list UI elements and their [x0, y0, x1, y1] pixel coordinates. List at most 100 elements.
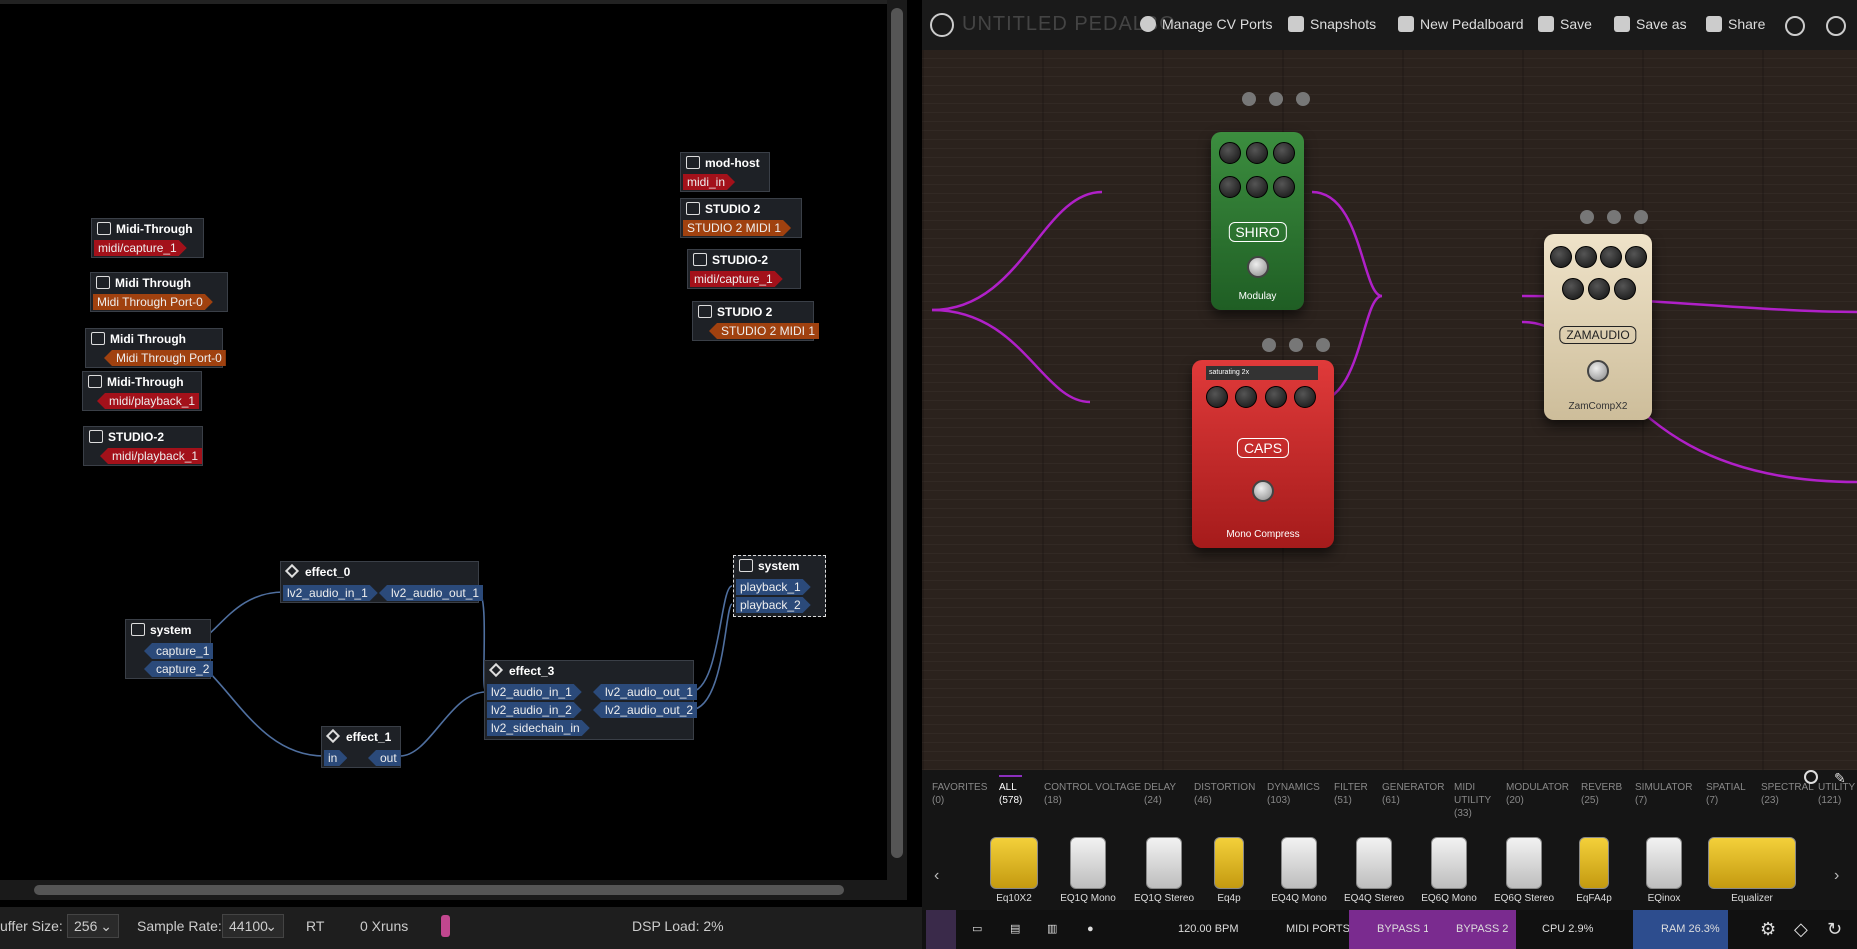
port-in[interactable]: in: [324, 750, 347, 766]
node-studio-2[interactable]: STUDIO 2 STUDIO 2 MIDI 1: [680, 198, 802, 238]
knob[interactable]: [1294, 386, 1316, 408]
port-midi-in[interactable]: midi_in: [683, 174, 735, 190]
port-midi-playback[interactable]: midi/playback_1: [97, 393, 200, 409]
buffer-size-select[interactable]: 256 ⌄: [67, 914, 119, 938]
trash-icon[interactable]: [1316, 338, 1330, 352]
plugin-item[interactable]: EQ6Q Stereo: [1489, 837, 1559, 904]
pedalboard-canvas[interactable]: SHIRO Modulay saturating 2x CAPS Mono Co…: [922, 50, 1857, 770]
plugin-item[interactable]: EQinox: [1634, 837, 1694, 904]
footswitch[interactable]: [1252, 480, 1274, 502]
knob[interactable]: [1588, 278, 1610, 300]
port-playback-2[interactable]: playback_2: [736, 597, 811, 613]
port-midi-through[interactable]: Midi Through Port-0: [93, 294, 213, 310]
tab-simulator[interactable]: SIMULATOR (7): [1635, 781, 1692, 807]
tab-control-voltage[interactable]: CONTROL VOLTAGE (18): [1044, 781, 1141, 807]
knob[interactable]: [1246, 142, 1268, 164]
pedal-zamcompx2[interactable]: ZAMAUDIO ZamCompX2: [1544, 234, 1652, 420]
port-audio-in-2[interactable]: lv2_audio_in_2: [487, 702, 582, 718]
pedal-display[interactable]: saturating 2x: [1206, 366, 1318, 380]
chevron-right-icon[interactable]: ›: [1834, 867, 1839, 885]
info-icon[interactable]: [1262, 338, 1276, 352]
chevron-left-icon[interactable]: ‹: [934, 867, 939, 885]
node-midi-through[interactable]: Midi Through Midi Through Port-0: [90, 272, 228, 312]
power-icon[interactable]: [930, 13, 954, 37]
port-audio-in-1[interactable]: lv2_audio_in_1: [487, 684, 582, 700]
node-studio-2[interactable]: STUDIO-2 midi/playback_1: [83, 426, 203, 466]
port-capture-2[interactable]: capture_2: [144, 661, 214, 677]
node-effect-0[interactable]: effect_0 lv2_audio_in_1 lv2_audio_out_1: [280, 561, 484, 603]
save-button[interactable]: Save: [1538, 16, 1592, 32]
knob[interactable]: [1219, 142, 1241, 164]
port-midi-capture[interactable]: midi/capture_1: [94, 240, 187, 256]
horizontal-scrollbar[interactable]: [0, 880, 907, 900]
plugin-item[interactable]: EQ4Q Mono: [1264, 837, 1334, 904]
plugin-item[interactable]: Eq4p: [1199, 837, 1259, 904]
footswitch[interactable]: [1587, 360, 1609, 382]
bypass-2-button[interactable]: BYPASS 2: [1428, 910, 1517, 949]
tab-generator[interactable]: GENERATOR (61): [1382, 781, 1444, 807]
knob[interactable]: [1219, 176, 1241, 198]
plugin-item[interactable]: EQ6Q Mono: [1414, 837, 1484, 904]
scrollbar-thumb[interactable]: [891, 8, 903, 858]
knob[interactable]: [1246, 176, 1268, 198]
plugin-item[interactable]: EqFA4p: [1564, 837, 1624, 904]
port-midi-playback[interactable]: midi/playback_1: [100, 448, 203, 464]
plugin-item[interactable]: EQ1Q Mono: [1053, 837, 1123, 904]
cloud-icon[interactable]: ◇: [1794, 910, 1808, 949]
gear-icon[interactable]: [1607, 210, 1621, 224]
tab-favorites[interactable]: FAVORITES (0): [932, 781, 987, 807]
knob[interactable]: [1273, 142, 1295, 164]
refresh-icon[interactable]: ↻: [1827, 910, 1842, 949]
gear-icon[interactable]: [1269, 92, 1283, 106]
port-studio2-midi[interactable]: STUDIO 2 MIDI 1: [683, 220, 791, 236]
plugin-item[interactable]: EQ1Q Stereo: [1129, 837, 1199, 904]
bypass-1-button[interactable]: BYPASS 1: [1349, 910, 1438, 949]
manage-cv-ports-button[interactable]: Manage CV Ports: [1140, 16, 1273, 32]
node-midi-through[interactable]: Midi-Through midi/capture_1: [91, 218, 204, 258]
snapshots-button[interactable]: Snapshots: [1288, 16, 1376, 32]
midi-ports-button[interactable]: MIDI PORTS: [1270, 910, 1350, 949]
knob[interactable]: [1625, 246, 1647, 268]
vertical-scrollbar[interactable]: [887, 0, 907, 880]
bpm-button[interactable]: 120.00 BPM: [1158, 910, 1239, 949]
knob[interactable]: [1235, 386, 1257, 408]
tab-distortion[interactable]: DISTORTION (46): [1194, 781, 1255, 807]
knob[interactable]: [1600, 246, 1622, 268]
tab-dynamics[interactable]: DYNAMICS (103): [1267, 781, 1320, 807]
scrollbar-thumb[interactable]: [34, 885, 844, 895]
tab-reverb[interactable]: REVERB (25): [1581, 781, 1622, 807]
port-audio-out-2[interactable]: lv2_audio_out_2: [593, 702, 698, 718]
footswitch[interactable]: [1246, 256, 1269, 278]
banks-icon[interactable]: ▤: [1010, 910, 1034, 949]
knob[interactable]: [1273, 176, 1295, 198]
port-audio-out-1[interactable]: lv2_audio_out_1: [379, 585, 484, 601]
node-effect-1[interactable]: effect_1 in out: [321, 726, 401, 768]
node-studio-2[interactable]: STUDIO-2 midi/capture_1: [687, 249, 801, 289]
tab-modulator[interactable]: MODULATOR (20): [1506, 781, 1569, 807]
tab-spatial[interactable]: SPATIAL (7): [1706, 781, 1746, 807]
trash-icon[interactable]: [1296, 92, 1310, 106]
port-audio-in-1[interactable]: lv2_audio_in_1: [283, 585, 378, 601]
new-pedalboard-button[interactable]: New Pedalboard: [1398, 16, 1524, 32]
info-icon[interactable]: [1242, 92, 1256, 106]
patchbay-canvas[interactable]: Midi-Through midi/capture_1 Midi Through…: [0, 0, 887, 880]
settings-gear-icon[interactable]: ⚙: [1760, 910, 1776, 949]
node-system-capture[interactable]: system capture_1 capture_2: [125, 619, 214, 679]
zoom-out-icon[interactable]: [1785, 16, 1805, 36]
tab-spectral[interactable]: SPECTRAL (23): [1761, 781, 1814, 807]
port-audio-out-1[interactable]: lv2_audio_out_1: [593, 684, 698, 700]
node-mod-host[interactable]: mod-host midi_in: [680, 152, 770, 192]
search-icon[interactable]: [1804, 770, 1818, 784]
gear-icon[interactable]: [1289, 338, 1303, 352]
plugin-item[interactable]: Equalizer: [1702, 837, 1802, 904]
pedal-shiro-modulay[interactable]: SHIRO Modulay: [1211, 132, 1304, 310]
node-studio-2[interactable]: STUDIO 2 STUDIO 2 MIDI 1: [692, 301, 820, 341]
file-manager-icon[interactable]: ▥: [1047, 910, 1071, 949]
knob[interactable]: [1575, 246, 1597, 268]
trash-icon[interactable]: [1634, 210, 1648, 224]
plugin-item[interactable]: Eq10X2: [974, 837, 1054, 904]
sample-rate-select[interactable]: 44100 ⌄: [222, 914, 284, 938]
zoom-in-icon[interactable]: [1826, 16, 1846, 36]
node-midi-through[interactable]: Midi Through Midi Through Port-0: [85, 328, 226, 368]
mod-logo-icon[interactable]: [926, 910, 956, 949]
